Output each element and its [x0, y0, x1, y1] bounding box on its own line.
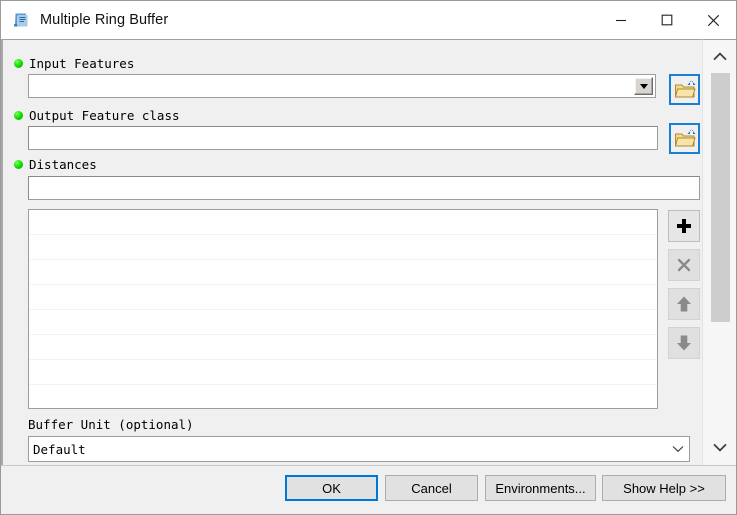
- label-text: Output Feature class: [29, 108, 180, 123]
- required-indicator-icon: [14, 59, 23, 68]
- dialog-window: Multiple Ring Buffer Input Features Outp…: [0, 0, 737, 515]
- distances-label: Distances: [14, 156, 97, 173]
- required-indicator-icon: [14, 111, 23, 120]
- parameters-panel: Input Features Output Feature class Dist…: [1, 39, 703, 465]
- chevron-down-icon: [639, 83, 648, 89]
- list-item[interactable]: [29, 360, 657, 385]
- list-item[interactable]: [29, 210, 657, 235]
- title-bar: Multiple Ring Buffer: [1, 1, 736, 39]
- maximize-button[interactable]: [644, 1, 690, 39]
- move-down-button[interactable]: [668, 327, 700, 359]
- window-title: Multiple Ring Buffer: [40, 12, 169, 28]
- distances-list[interactable]: [28, 209, 658, 409]
- distances-list-rows: [29, 210, 657, 408]
- scroll-down-button[interactable]: [703, 433, 737, 461]
- buffer-unit-combo[interactable]: Default: [28, 436, 690, 462]
- remove-value-button[interactable]: [668, 249, 700, 281]
- output-feature-class-label: Output Feature class: [14, 107, 180, 124]
- output-feature-class-browse-button[interactable]: [669, 123, 700, 154]
- required-indicator-icon: [14, 160, 23, 169]
- input-features-label: Input Features: [14, 55, 134, 72]
- scroll-up-button[interactable]: [703, 42, 737, 70]
- vertical-scrollbar[interactable]: [702, 39, 736, 465]
- list-item[interactable]: [29, 335, 657, 360]
- input-features-row: Input Features: [3, 40, 702, 105]
- cancel-button[interactable]: Cancel: [385, 475, 478, 501]
- script-tool-icon: [11, 10, 31, 30]
- add-value-button[interactable]: [668, 210, 700, 242]
- list-item[interactable]: [29, 285, 657, 310]
- environments-button[interactable]: Environments...: [485, 475, 596, 501]
- dialog-body: Input Features Output Feature class Dist…: [1, 39, 736, 465]
- buffer-unit-value: Default: [33, 441, 86, 457]
- list-item[interactable]: [29, 260, 657, 285]
- dialog-footer: OK Cancel Environments... Show Help >>: [1, 465, 736, 514]
- window-controls: [598, 1, 736, 39]
- show-help-button[interactable]: Show Help >>: [602, 475, 726, 501]
- list-item[interactable]: [29, 385, 657, 408]
- output-feature-class-row: Output Feature class: [3, 92, 702, 154]
- label-text: Input Features: [29, 56, 135, 71]
- buffer-unit-label: Buffer Unit (optional): [28, 416, 194, 433]
- output-feature-class-input[interactable]: [28, 126, 658, 150]
- label-text: Buffer Unit (optional): [28, 417, 194, 432]
- move-up-button[interactable]: [668, 288, 700, 320]
- ok-button[interactable]: OK: [285, 475, 378, 501]
- close-button[interactable]: [690, 1, 736, 39]
- list-item[interactable]: [29, 235, 657, 260]
- scrollbar-thumb[interactable]: [711, 73, 731, 322]
- list-item[interactable]: [29, 310, 657, 335]
- minimize-button[interactable]: [598, 1, 644, 39]
- label-text: Distances: [29, 157, 97, 172]
- parameters-scroll-content: Input Features Output Feature class Dist…: [3, 40, 702, 462]
- chevron-down-icon[interactable]: [667, 445, 689, 453]
- distances-input[interactable]: [28, 176, 700, 200]
